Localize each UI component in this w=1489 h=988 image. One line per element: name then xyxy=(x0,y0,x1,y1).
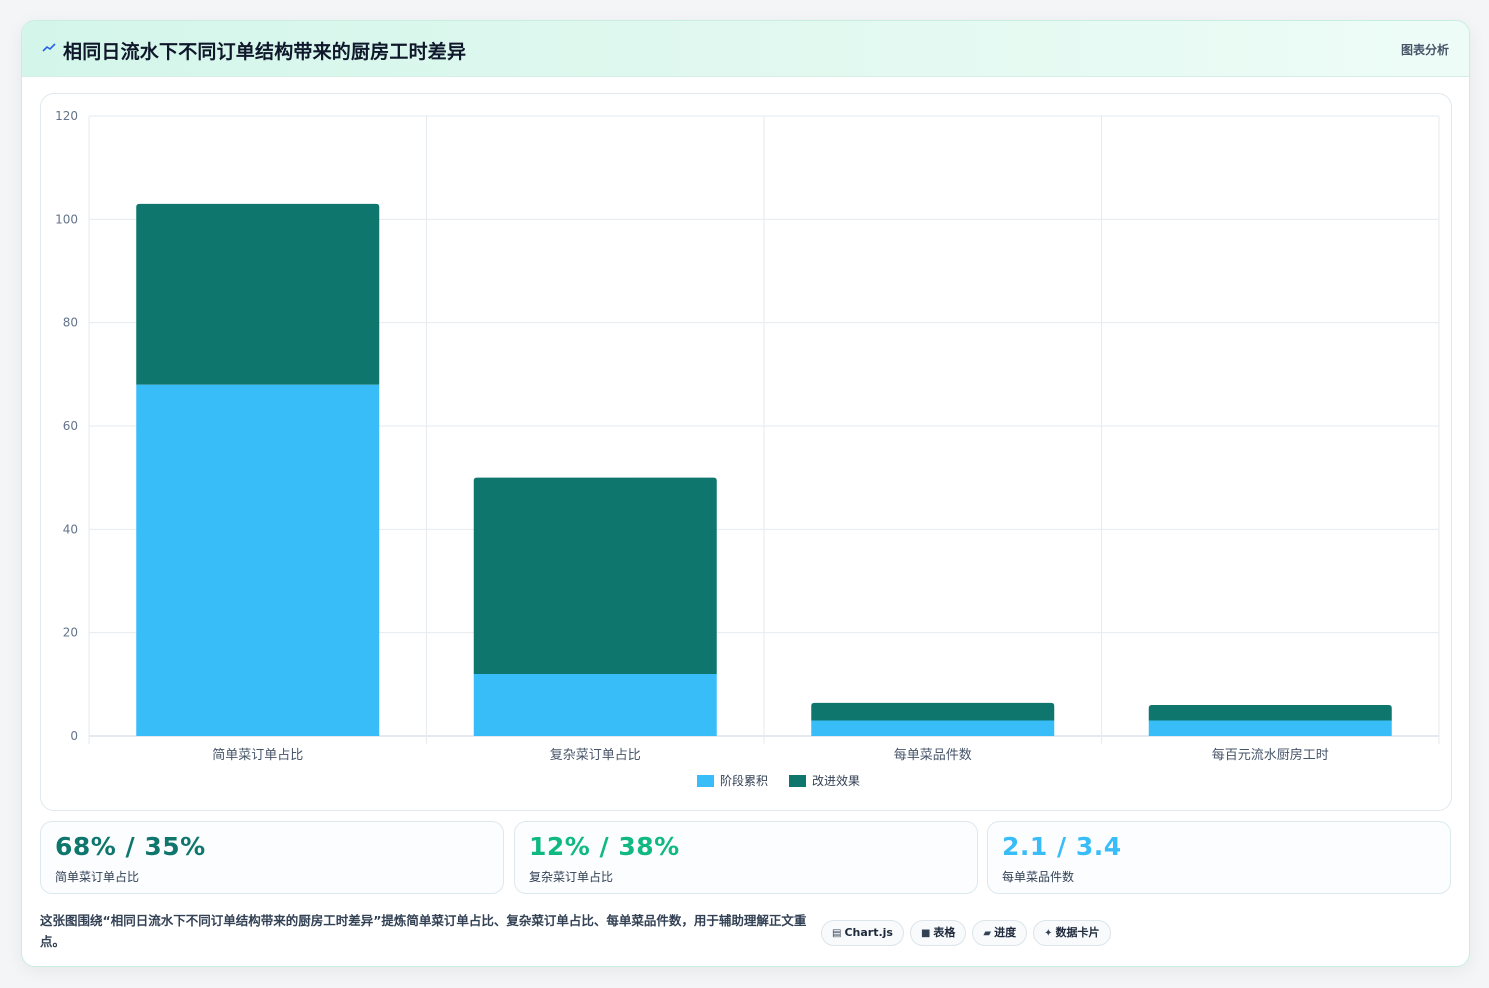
kpi-card-simple: 68% / 35% 简单菜订单占比 xyxy=(40,821,504,894)
kpi-card-items: 2.1 / 3.4 每单菜品件数 xyxy=(987,821,1451,894)
x-tick-label: 简单菜订单占比 xyxy=(212,747,303,763)
tech-chips: ▤ Chart.js ■ 表格 ▰ 进度 ✦ 数据卡片 xyxy=(821,920,1117,946)
kpi-label: 复杂菜订单占比 xyxy=(529,870,614,884)
header-tag: 图表分析 xyxy=(1400,43,1449,57)
y-tick-label: 120 xyxy=(55,109,78,123)
x-tick-label: 每百元流水厨房工时 xyxy=(1212,747,1329,763)
bar-segment-stage xyxy=(136,384,380,736)
chip-progress[interactable]: ▰ 进度 xyxy=(972,920,1028,946)
x-tick-label: 每单菜品件数 xyxy=(894,747,972,763)
kpi-label: 简单菜订单占比 xyxy=(55,870,140,884)
card-icon: ✦ xyxy=(1044,928,1053,939)
bar-segment-improve xyxy=(473,477,717,674)
chart-note: 这张图围绕“相同日流水下不同订单结构带来的厨房工时差异”提炼简单菜订单占比、复杂… xyxy=(40,913,807,949)
y-tick-label: 100 xyxy=(55,212,78,226)
x-tick-label: 复杂菜订单占比 xyxy=(550,748,641,763)
chip-label: Chart.js xyxy=(844,926,893,939)
chip-label: 表格 xyxy=(933,926,956,939)
bar-segment-stage xyxy=(1148,720,1392,736)
card-header: 相同日流水下不同订单结构带来的厨房工时差异 图表分析 xyxy=(22,21,1469,77)
y-tick-label: 40 xyxy=(63,522,78,536)
progress-icon: ▰ xyxy=(983,928,992,939)
kpi-value: 68% / 35% xyxy=(55,832,206,861)
bar-segment-stage xyxy=(473,674,717,736)
chart-icon: ▤ xyxy=(832,928,842,939)
legend-label: 阶段累积 xyxy=(720,773,768,788)
bar-segment-improve xyxy=(1148,705,1392,721)
chip-label: 进度 xyxy=(994,926,1017,939)
kpi-label: 每单菜品件数 xyxy=(1002,870,1075,884)
kpi-value: 2.1 / 3.4 xyxy=(1002,832,1122,861)
y-tick-label: 80 xyxy=(63,316,78,330)
y-tick-label: 60 xyxy=(63,419,78,433)
kpi-value: 12% / 38% xyxy=(529,832,680,861)
stacked-bar-chart: 0 20 40 60 80 100 120 简单菜订单占比 复杂菜订单占比 每单菜品件数 每百元流水… xyxy=(55,109,1440,788)
chart-container: 0 20 40 60 80 100 120 简单菜订单占比 复杂菜订单占比 每单菜品件数 每百元流水… xyxy=(40,93,1452,811)
chart-line-icon xyxy=(42,43,56,52)
bar-segment-improve xyxy=(136,203,380,385)
table-icon: ■ xyxy=(920,928,931,939)
legend-label: 改进效果 xyxy=(812,773,860,788)
kpi-row: 68% / 35% 简单菜订单占比 12% / 38% 复杂菜订单占比 2.1 … xyxy=(40,821,1451,894)
page-title: 相同日流水下不同订单结构带来的厨房工时差异 xyxy=(63,41,467,63)
bar-segment-stage xyxy=(811,720,1055,736)
legend-swatch xyxy=(697,775,714,787)
chart-card: 相同日流水下不同订单结构带来的厨房工时差异 图表分析 0 20 40 60 80 100 1… xyxy=(21,20,1470,967)
chip-data-card[interactable]: ✦ 数据卡片 xyxy=(1033,920,1111,946)
bar-segment-improve xyxy=(811,702,1055,721)
chip-table[interactable]: ■ 表格 xyxy=(909,920,967,946)
chip-label: 数据卡片 xyxy=(1055,926,1100,939)
chip-chartjs[interactable]: ▤ Chart.js xyxy=(821,920,904,946)
kpi-card-complex: 12% / 38% 复杂菜订单占比 xyxy=(514,821,978,894)
y-tick-label: 0 xyxy=(70,729,78,743)
legend-swatch xyxy=(789,775,806,787)
y-tick-label: 20 xyxy=(63,626,78,640)
